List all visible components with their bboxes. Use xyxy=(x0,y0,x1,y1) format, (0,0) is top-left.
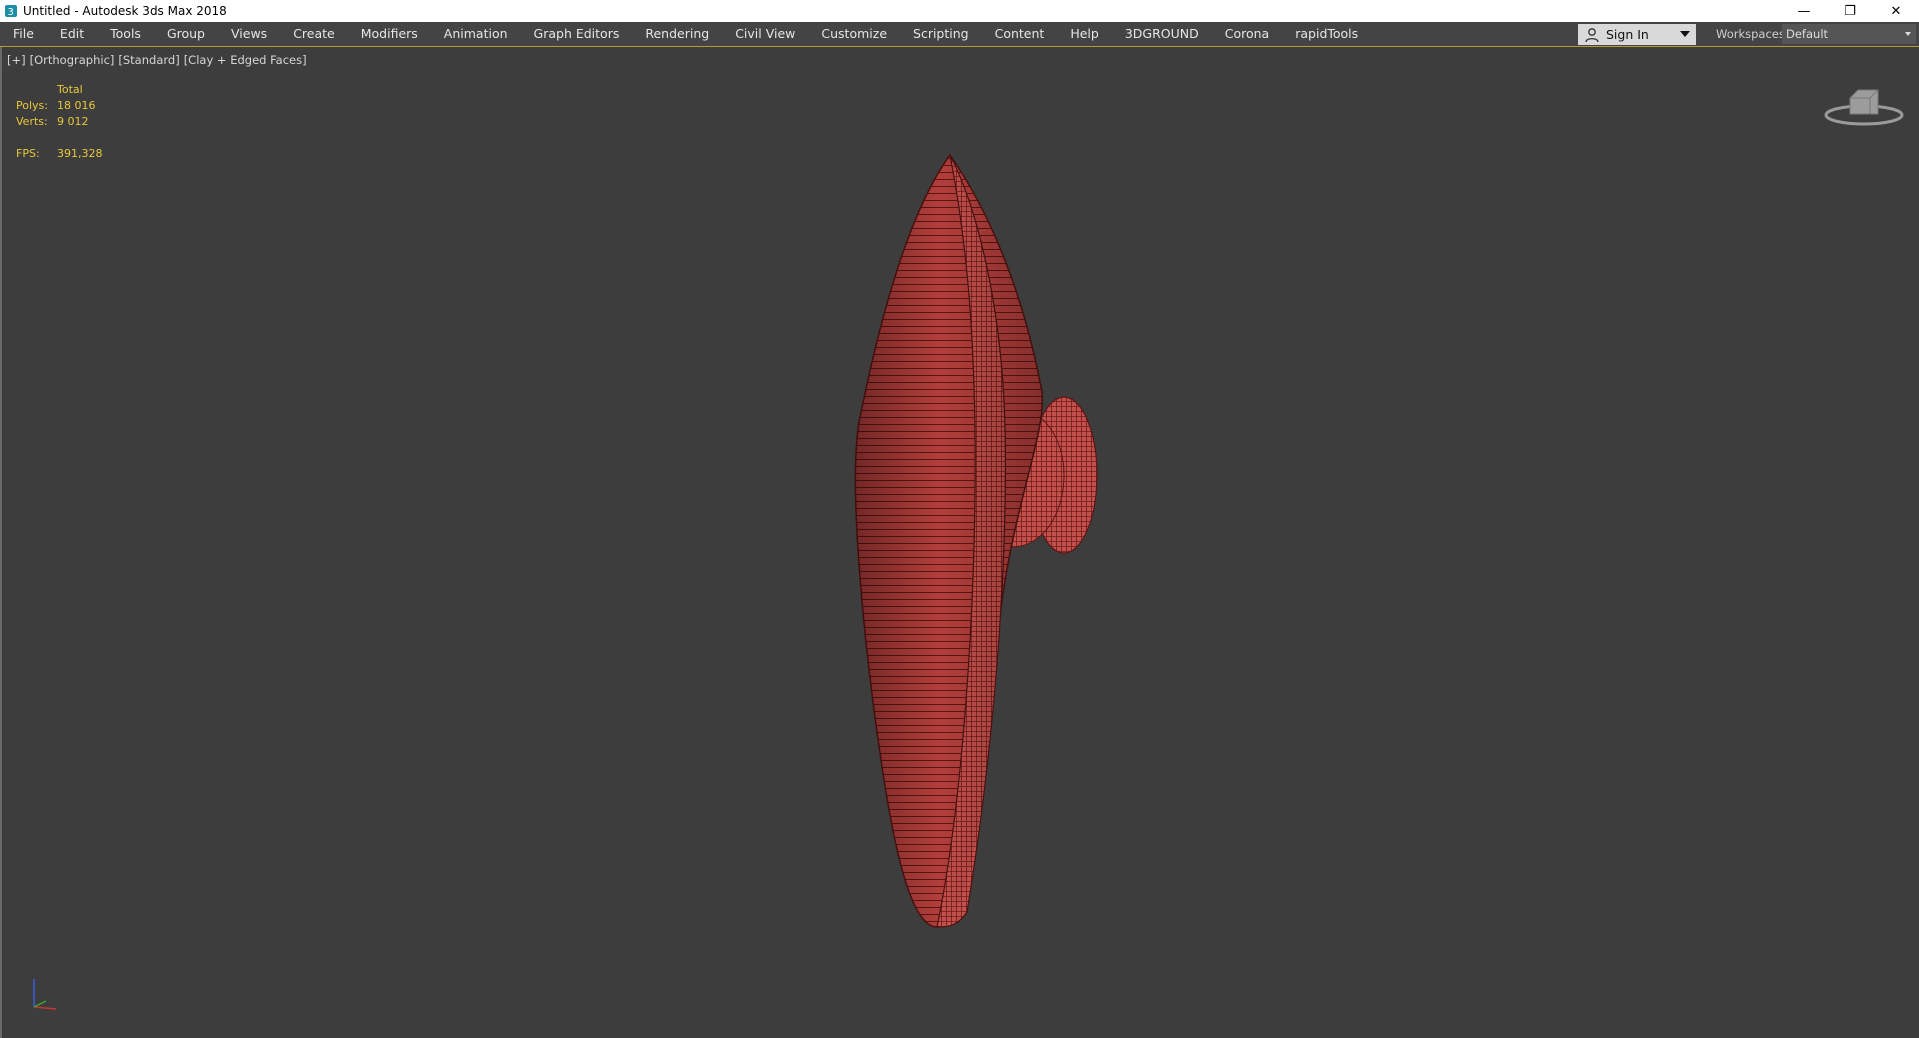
menu-modifiers[interactable]: Modifiers xyxy=(348,22,431,46)
menu-views[interactable]: Views xyxy=(218,22,280,46)
perspective-viewport[interactable]: [+] [Orthographic] [Standard] [Clay + Edged… xyxy=(0,47,1919,1038)
menu-customize[interactable]: Customize xyxy=(808,22,900,46)
title-bar: 3 Untitled - Autodesk 3ds Max 2018 — ❐ ✕ xyxy=(0,0,1919,22)
svg-text:3: 3 xyxy=(8,7,14,18)
viewport-menu-plus[interactable]: [+] xyxy=(7,53,26,67)
menu-scripting[interactable]: Scripting xyxy=(900,22,982,46)
axis-tripod-icon xyxy=(33,979,57,1010)
viewcube-icon[interactable] xyxy=(1824,80,1904,130)
viewport-labels[interactable]: [+] [Orthographic] [Standard] [Clay + Edged… xyxy=(7,53,311,67)
menu-file[interactable]: File xyxy=(0,22,47,46)
close-button[interactable]: ✕ xyxy=(1873,0,1919,22)
workspace-select[interactable]: Default xyxy=(1782,24,1916,44)
stats-verts-value: 9 012 xyxy=(57,115,89,128)
stats-polys-value: 18 016 xyxy=(57,99,96,112)
menu-animation[interactable]: Animation xyxy=(431,22,521,46)
viewport-display-mode[interactable]: [Clay + Edged Faces] xyxy=(184,53,307,67)
menu-tools[interactable]: Tools xyxy=(97,22,154,46)
menu-corona[interactable]: Corona xyxy=(1212,22,1282,46)
chevron-down-icon xyxy=(1680,31,1690,37)
menu-edit[interactable]: Edit xyxy=(47,22,97,46)
workspace-value: Default xyxy=(1786,27,1829,41)
sign-in-button[interactable]: Sign In xyxy=(1578,24,1696,45)
stats-fps-value: 391,328 xyxy=(57,147,103,160)
menu-items: File Edit Tools Group Views Create Modif… xyxy=(0,22,1371,46)
stats-polys-label: Polys: xyxy=(16,99,48,112)
stats-verts-label: Verts: xyxy=(16,115,48,128)
menu-group[interactable]: Group xyxy=(154,22,218,46)
sign-in-label: Sign In xyxy=(1606,27,1649,42)
menu-rendering[interactable]: Rendering xyxy=(632,22,722,46)
menu-civil-view[interactable]: Civil View xyxy=(722,22,808,46)
menu-graph-editors[interactable]: Graph Editors xyxy=(521,22,633,46)
menu-3dground[interactable]: 3DGROUND xyxy=(1112,22,1212,46)
window-controls: — ❐ ✕ xyxy=(1781,0,1919,22)
menu-help[interactable]: Help xyxy=(1057,22,1112,46)
menu-content[interactable]: Content xyxy=(982,22,1058,46)
menu-rapidtools[interactable]: rapidTools xyxy=(1282,22,1371,46)
workspaces-label: Workspaces: xyxy=(1716,27,1789,41)
menu-create[interactable]: Create xyxy=(280,22,348,46)
viewport-shading-standard[interactable]: [Standard] xyxy=(118,53,179,67)
stats-fps-label: FPS: xyxy=(16,147,40,160)
chevron-down-icon xyxy=(1905,32,1911,36)
app-icon: 3 xyxy=(5,5,17,18)
viewport-point-of-view[interactable]: [Orthographic] xyxy=(30,53,115,67)
user-icon xyxy=(1585,27,1599,42)
restore-button[interactable]: ❐ xyxy=(1827,0,1873,22)
model-mesh xyxy=(854,153,1098,928)
minimize-button[interactable]: — xyxy=(1781,0,1827,22)
menu-bar: File Edit Tools Group Views Create Modif… xyxy=(0,22,1919,47)
window-title: Untitled - Autodesk 3ds Max 2018 xyxy=(23,4,227,18)
stats-total-header: Total xyxy=(57,83,83,96)
